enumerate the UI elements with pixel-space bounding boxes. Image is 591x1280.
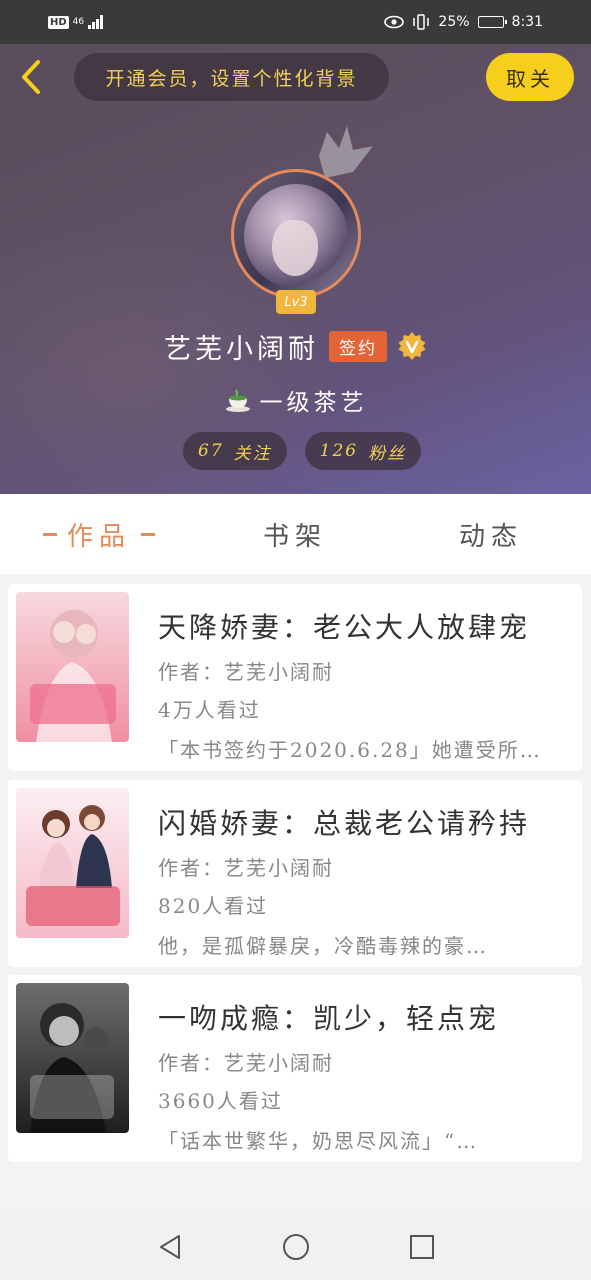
signed-badge: 签约 bbox=[329, 330, 387, 362]
unfollow-button[interactable]: 取关 bbox=[486, 53, 574, 101]
book-description: 「话本世繁华，奶思尽风流」“… bbox=[158, 1129, 479, 1153]
book-author: 作者：艺芜小阔耐 bbox=[158, 856, 334, 880]
signal-icon bbox=[88, 15, 104, 29]
triangle-back-icon bbox=[159, 1235, 180, 1259]
clock: 8:31 bbox=[511, 14, 543, 30]
follow-stat[interactable]: 67 关注 bbox=[183, 432, 287, 470]
circle-home-icon bbox=[282, 1234, 309, 1260]
eye-icon bbox=[384, 15, 405, 29]
book-card[interactable]: 闪婚娇妻：总裁老公请矜持 作者：艺芜小阔耐 820人看过 他，是孤僻暴戾，冷酷毒… bbox=[8, 780, 582, 967]
vip-promo-button[interactable]: 开通会员，设置个性化背景 bbox=[74, 53, 389, 101]
status-left: HD 46 bbox=[48, 15, 104, 29]
book-cover bbox=[16, 592, 129, 742]
profile-tabs: 作品 书架 动态 bbox=[0, 494, 591, 574]
back-button[interactable] bbox=[16, 56, 48, 98]
book-author: 作者：艺芜小阔耐 bbox=[158, 660, 334, 684]
book-title: 天降娇妻：老公大人放肆宠 bbox=[158, 611, 531, 644]
book-author: 作者：艺芜小阔耐 bbox=[158, 1051, 334, 1075]
nav-back-button[interactable] bbox=[107, 1214, 233, 1280]
square-recents-icon bbox=[409, 1235, 434, 1259]
system-nav-bar bbox=[0, 1214, 591, 1280]
book-cover bbox=[16, 983, 129, 1133]
profile-header: 开通会员，设置个性化背景 取关 Lv3 艺芜小阔耐 签约 一级茶艺 67 关注 … bbox=[0, 44, 591, 494]
book-views: 820人看过 bbox=[158, 894, 269, 918]
battery-icon bbox=[477, 16, 507, 28]
verified-icon bbox=[398, 332, 426, 360]
battery-percent: 25% bbox=[438, 14, 470, 30]
book-description: 他，是孤僻暴戾，冷酷毒辣的豪… bbox=[158, 934, 488, 958]
book-title: 一吻成瘾：凯少，轻点宠 bbox=[158, 1002, 500, 1035]
tab-activity[interactable]: 动态 bbox=[436, 514, 546, 554]
fans-label: 粉丝 bbox=[368, 443, 407, 464]
book-description: 「本书签约于2020.6.28」她遭受所… bbox=[158, 738, 542, 762]
network-type: 46 bbox=[72, 16, 85, 27]
follow-label: 关注 bbox=[233, 443, 272, 464]
fans-count: 126 bbox=[319, 441, 359, 461]
book-card[interactable]: 天降娇妻：老公大人放肆宠 作者：艺芜小阔耐 4万人看过 「本书签约于2020.6… bbox=[8, 584, 582, 771]
follow-count: 67 bbox=[198, 441, 224, 461]
fans-stat[interactable]: 126 粉丝 bbox=[304, 432, 422, 470]
stats-row: 67 关注 126 粉丝 bbox=[183, 432, 422, 470]
name-row: 艺芜小阔耐 签约 bbox=[0, 326, 591, 366]
book-card[interactable]: 一吻成瘾：凯少，轻点宠 作者：艺芜小阔耐 3660人看过 「话本世繁华，奶思尽风… bbox=[8, 975, 582, 1162]
book-title: 闪婚娇妻：总裁老公请矜持 bbox=[158, 807, 531, 840]
book-views: 3660人看过 bbox=[158, 1089, 283, 1113]
avatar[interactable] bbox=[231, 169, 361, 299]
status-bar: HD 46 25% 8:31 bbox=[0, 0, 591, 44]
nav-recents-button[interactable] bbox=[359, 1214, 485, 1280]
tab-bookshelf[interactable]: 书架 bbox=[240, 514, 350, 554]
vibrate-icon bbox=[413, 14, 430, 30]
hd-indicator: HD bbox=[48, 15, 69, 29]
tea-rank-row: 一级茶艺 bbox=[0, 380, 591, 420]
book-views: 4万人看过 bbox=[158, 698, 261, 722]
level-badge: Lv3 bbox=[276, 290, 316, 314]
tea-cup-icon bbox=[225, 389, 250, 412]
tea-rank-label: 一级茶艺 bbox=[259, 390, 368, 416]
book-cover bbox=[16, 788, 129, 938]
nav-home-button[interactable] bbox=[233, 1214, 359, 1280]
tab-works[interactable]: 作品 bbox=[28, 514, 170, 554]
chevron-left-icon bbox=[22, 60, 40, 94]
user-name: 艺芜小阔耐 bbox=[164, 333, 319, 365]
status-right: 25% 8:31 bbox=[384, 14, 543, 30]
